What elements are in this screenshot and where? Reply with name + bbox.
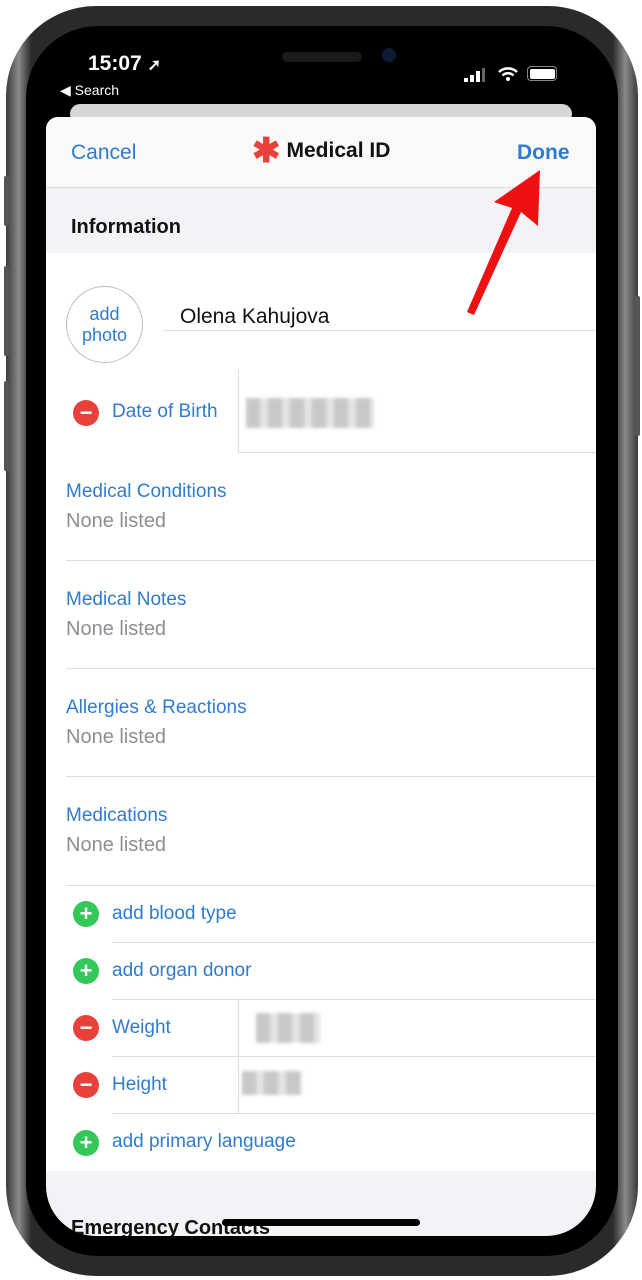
annotation-arrow-icon [467, 170, 540, 315]
